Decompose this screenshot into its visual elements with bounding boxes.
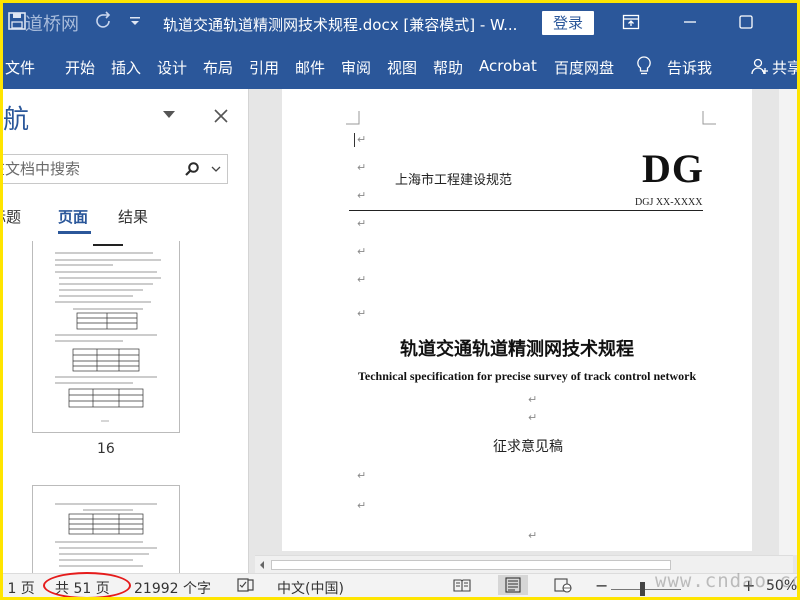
search-input[interactable] xyxy=(3,159,160,179)
standard-code: DGJ XX-XXXX xyxy=(635,197,703,208)
document-title: 轨道交通轨道精测网技术规程.docx [兼容模式] - W... xyxy=(163,16,518,34)
annotation-highlight-ring xyxy=(43,572,131,597)
page-number-status[interactable]: 第 1 页 xyxy=(3,578,35,597)
site-watermark: www.cndao.com xyxy=(655,570,797,592)
word-window: 道桥网 轨道交通轨道精测网技术规程.docx [兼容模式] - W... 登录 … xyxy=(3,3,797,597)
tab-file[interactable]: 文件 xyxy=(5,57,35,78)
tab-insert[interactable]: 插入 xyxy=(111,57,141,78)
tab-mailings[interactable]: 邮件 xyxy=(295,57,325,78)
word-count-status[interactable]: 21992 个字 xyxy=(134,578,211,597)
site-logo-watermark: 道桥网 xyxy=(25,14,79,35)
paragraph-mark: ↵ xyxy=(357,161,367,174)
ribbon-tabs: 文件 开始 插入 设计 布局 引用 邮件 审阅 视图 帮助 Acrobat 百度… xyxy=(3,45,797,89)
document-page[interactable]: ↵ ↵ ↵ ↵ ↵ ↵ ↵ ↵ ↵ ↵ ↵ ↵ 上海市工程建设规范 DG DGJ… xyxy=(282,89,752,551)
margin-corner-mark xyxy=(702,111,716,125)
chevron-down-icon[interactable] xyxy=(211,163,221,176)
header-organization: 上海市工程建设规范 xyxy=(395,173,513,188)
scroll-left-arrow-icon[interactable] xyxy=(258,560,266,570)
scrollbar-thumb[interactable] xyxy=(271,560,671,570)
lightbulb-icon[interactable] xyxy=(635,55,653,81)
nav-tab-results[interactable]: 结果 xyxy=(118,206,148,227)
paragraph-mark: ↵ xyxy=(357,307,367,320)
document-area[interactable]: ↵ ↵ ↵ ↵ ↵ ↵ ↵ ↵ ↵ ↵ ↵ ↵ 上海市工程建设规范 DG DGJ… xyxy=(250,89,797,551)
document-title-chinese: 轨道交通轨道精测网技术规程 xyxy=(400,339,634,360)
share-person-icon[interactable] xyxy=(751,57,769,81)
web-layout-icon[interactable] xyxy=(554,577,572,597)
margin-corner-mark xyxy=(346,111,360,125)
minimize-icon[interactable] xyxy=(680,12,700,32)
read-mode-icon[interactable] xyxy=(452,577,472,597)
thumbnail-page-number: 16 xyxy=(97,441,115,457)
print-layout-icon[interactable] xyxy=(498,575,528,595)
tab-acrobat[interactable]: Acrobat xyxy=(479,57,537,75)
page-thumbnail[interactable] xyxy=(32,485,180,573)
tab-layout[interactable]: 布局 xyxy=(203,57,233,78)
paragraph-mark: ↵ xyxy=(528,393,538,406)
tell-me-search[interactable]: 告诉我 xyxy=(667,57,712,78)
customize-qat-icon[interactable] xyxy=(129,15,141,30)
tab-review[interactable]: 审阅 xyxy=(341,57,371,78)
tab-help[interactable]: 帮助 xyxy=(433,57,463,78)
nav-tab-headings[interactable]: 标题 xyxy=(3,206,21,227)
maximize-icon[interactable] xyxy=(736,12,756,32)
tab-home[interactable]: 开始 xyxy=(65,57,95,78)
tab-design[interactable]: 设计 xyxy=(157,57,187,78)
redo-icon[interactable] xyxy=(95,11,113,36)
navigation-pane: 导航 标题 页面 结果 xyxy=(3,89,249,573)
active-tab-indicator xyxy=(58,231,91,234)
close-icon[interactable] xyxy=(213,105,229,129)
search-icon[interactable] xyxy=(184,161,200,181)
paragraph-mark: ↵ xyxy=(528,411,538,424)
document-title-english: Technical specification for precise surv… xyxy=(358,369,697,383)
paragraph-mark: ↵ xyxy=(357,273,367,286)
zoom-slider-handle[interactable] xyxy=(640,582,645,596)
zoom-out-button[interactable]: − xyxy=(595,576,608,595)
tab-references[interactable]: 引用 xyxy=(249,57,279,78)
paragraph-mark: ↵ xyxy=(357,217,367,230)
paragraph-mark: ↵ xyxy=(357,133,367,146)
standard-logo: DG xyxy=(642,146,704,191)
nav-search-box[interactable] xyxy=(3,154,228,184)
paragraph-mark: ↵ xyxy=(357,469,367,482)
vertical-scrollbar[interactable] xyxy=(779,89,797,555)
title-bar: 道桥网 轨道交通轨道精测网技术规程.docx [兼容模式] - W... 登录 xyxy=(3,3,797,45)
login-button[interactable]: 登录 xyxy=(542,11,594,35)
tab-view[interactable]: 视图 xyxy=(387,57,417,78)
paragraph-mark: ↵ xyxy=(357,245,367,258)
ribbon-display-options-icon[interactable] xyxy=(621,12,641,32)
header-rule xyxy=(349,210,703,211)
paragraph-mark: ↵ xyxy=(357,499,367,512)
share-button[interactable]: 共享 xyxy=(772,57,797,78)
proofing-icon[interactable] xyxy=(237,577,255,597)
text-cursor xyxy=(354,133,355,147)
page-thumbnail[interactable] xyxy=(32,241,180,433)
paragraph-mark: ↵ xyxy=(528,529,538,542)
tab-baidu-netdisk[interactable]: 百度网盘 xyxy=(554,57,614,78)
language-status[interactable]: 中文(中国) xyxy=(277,578,344,597)
navigation-pane-title: 导航 xyxy=(3,105,30,135)
paragraph-mark: ↵ xyxy=(357,189,367,202)
save-icon[interactable] xyxy=(7,11,27,36)
nav-tab-pages[interactable]: 页面 xyxy=(58,206,88,227)
draft-status-label: 征求意见稿 xyxy=(493,439,563,455)
pane-options-caret-icon[interactable] xyxy=(163,111,175,118)
